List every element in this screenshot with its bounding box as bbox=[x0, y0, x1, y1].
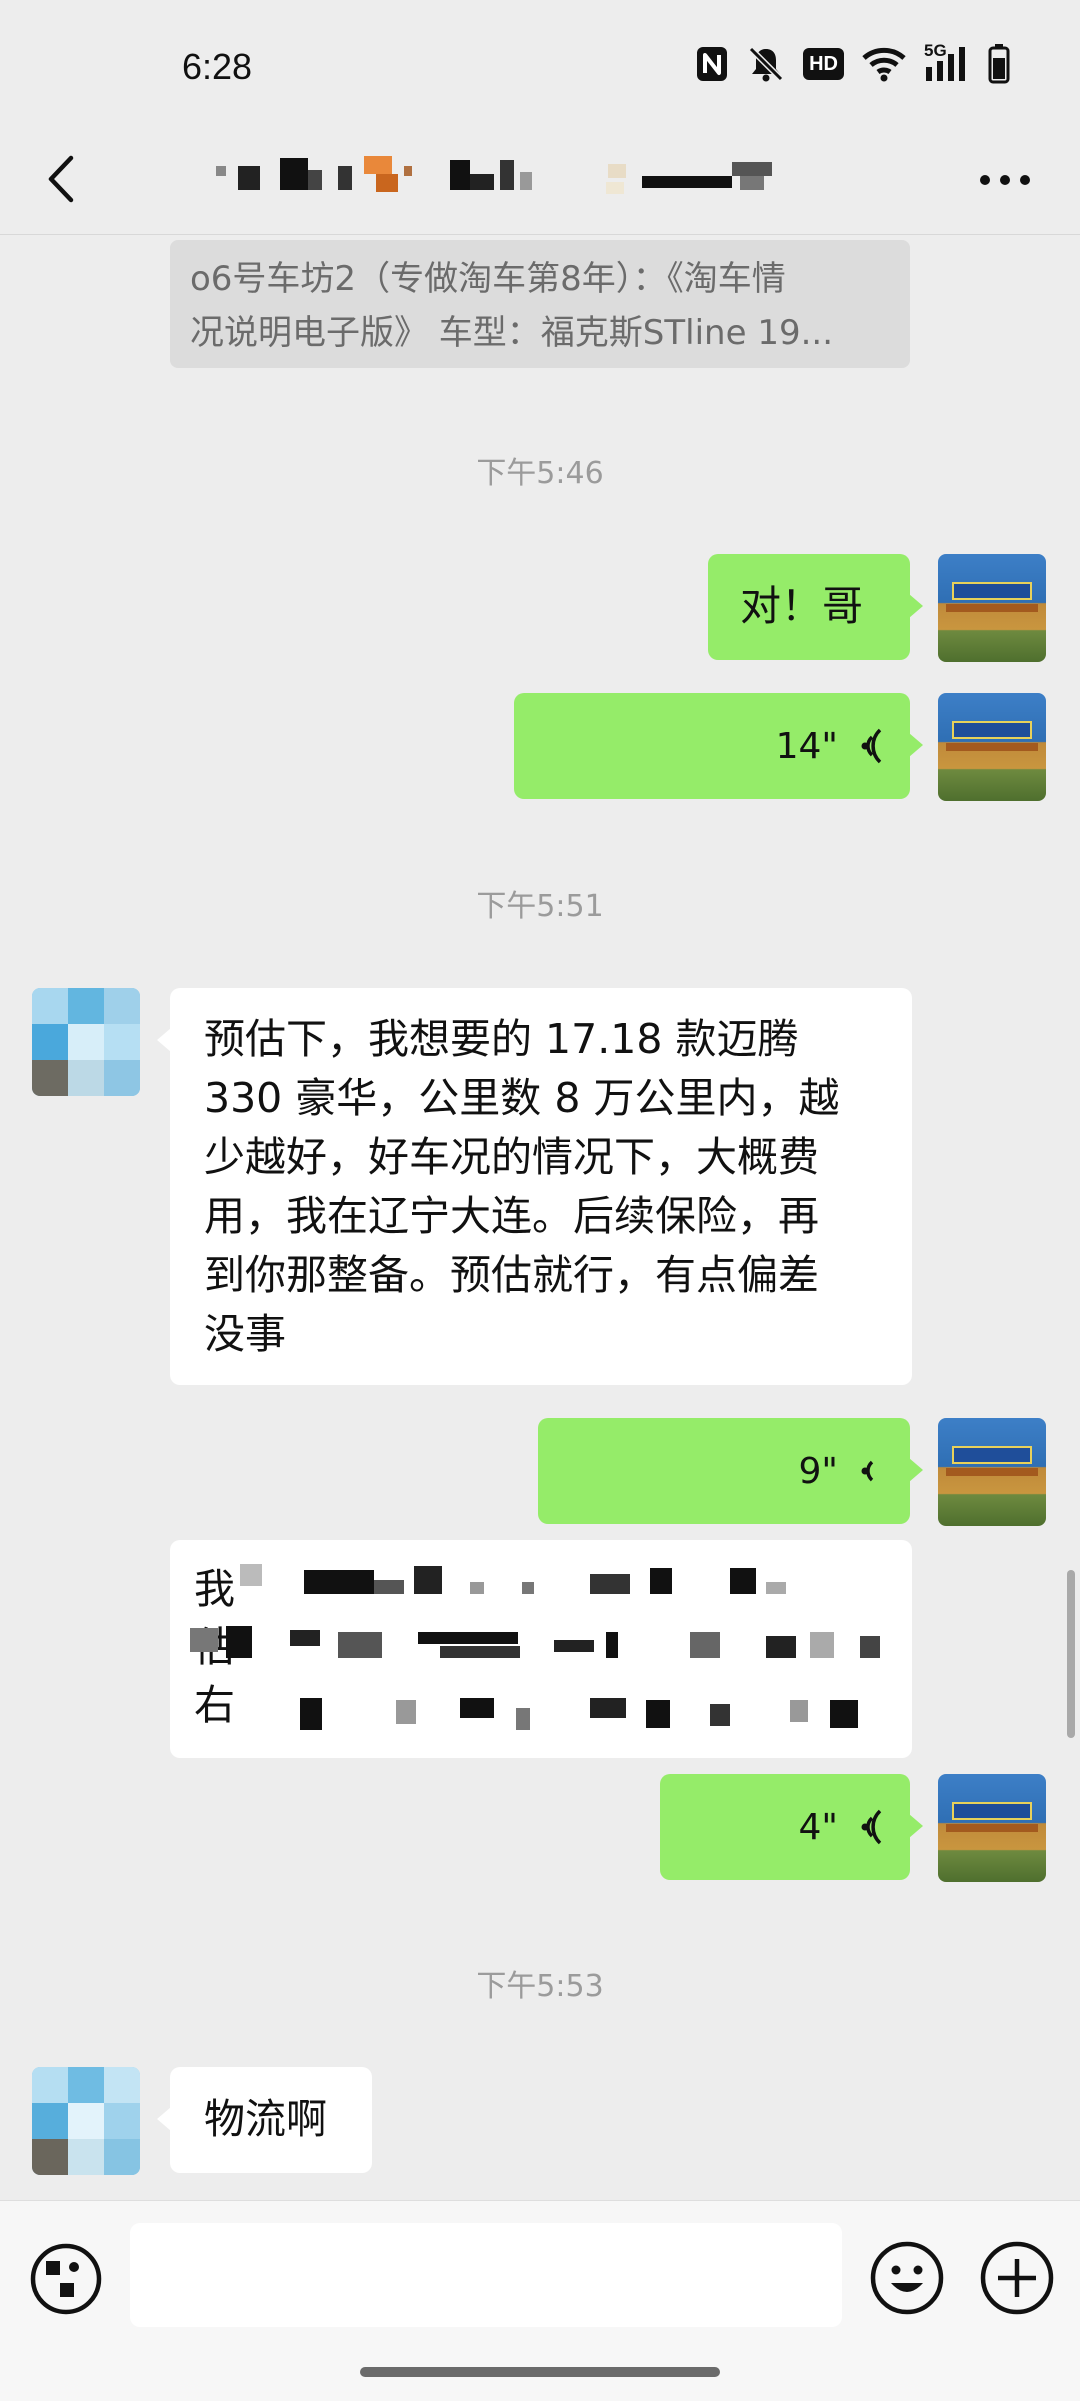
voice-message-self[interactable]: 9" bbox=[538, 1418, 923, 1524]
avatar-self[interactable] bbox=[938, 1774, 1046, 1882]
status-time: 6:28 bbox=[182, 46, 253, 87]
message-line: 少越好，好车况的情况下，大概费 bbox=[204, 1133, 819, 1181]
timestamp: 下午5:51 bbox=[476, 889, 604, 924]
message-bubble-other[interactable]: 预估下，我想要的 17.18 款迈腾 330 豪华，公里数 8 万公里内，越 少… bbox=[157, 988, 912, 1385]
mute-icon bbox=[748, 46, 784, 82]
chat-title-pixelated bbox=[200, 152, 840, 208]
voice-toggle-button[interactable] bbox=[28, 2241, 104, 2317]
voice-duration: 4" bbox=[798, 1806, 838, 1848]
avatar-self[interactable] bbox=[938, 693, 1046, 801]
quoted-message[interactable]: o6号车坊2（专做淘车第8年）：《淘车情 况说明电子版》 车型：福克斯STlin… bbox=[170, 240, 910, 368]
battery-icon bbox=[988, 44, 1010, 84]
message-text: 对！哥 bbox=[740, 582, 863, 630]
more-functions-button[interactable] bbox=[978, 2239, 1056, 2317]
voice-wave-icon bbox=[861, 1809, 882, 1845]
quoted-message-line-1: o6号车坊2（专做淘车第8年）：《淘车情 bbox=[190, 259, 786, 299]
avatar-self[interactable] bbox=[938, 554, 1046, 662]
message-line: 到你那整备。预估就行，有点偏差 bbox=[204, 1251, 819, 1299]
home-indicator[interactable] bbox=[360, 2367, 720, 2377]
scrollbar[interactable] bbox=[1067, 1570, 1075, 1738]
message-line: 用，我在辽宁大连。后续保险，再 bbox=[204, 1192, 819, 1240]
emoji-button[interactable] bbox=[868, 2239, 946, 2317]
voice-duration: 9" bbox=[798, 1450, 838, 1492]
message-line: 没事 bbox=[204, 1310, 286, 1358]
hd-icon: HD bbox=[803, 48, 844, 80]
wifi-icon bbox=[862, 47, 906, 82]
message-bubble-other[interactable]: 物流啊 bbox=[157, 2067, 372, 2173]
message-text: 物流啊 bbox=[204, 2095, 327, 2143]
message-bubble-self[interactable]: 对！哥 bbox=[708, 554, 923, 660]
nfc-icon bbox=[697, 47, 728, 81]
input-bar bbox=[0, 2200, 1080, 2401]
message-input[interactable] bbox=[130, 2223, 842, 2327]
chevron-left-icon bbox=[48, 155, 74, 203]
timestamp: 下午5:46 bbox=[476, 456, 604, 491]
voice-wave-icon bbox=[861, 728, 882, 764]
plus-icon bbox=[980, 2241, 1054, 2315]
more-options-button[interactable] bbox=[970, 150, 1040, 210]
message-bubble-other-pixelated[interactable]: 我 估 右 bbox=[170, 1540, 912, 1758]
signal-5g-icon: 5G bbox=[924, 41, 970, 83]
voice-wave-icon bbox=[861, 1460, 874, 1482]
status-icons: HD 5G bbox=[695, 41, 1010, 84]
avatar-other[interactable] bbox=[32, 988, 140, 1096]
message-line: 330 豪华，公里数 8 万公里内，越 bbox=[204, 1074, 840, 1122]
emoji-icon bbox=[870, 2241, 944, 2315]
voice-duration: 14" bbox=[775, 725, 838, 767]
voice-toggle-icon bbox=[30, 2243, 102, 2315]
back-button[interactable] bbox=[30, 144, 90, 214]
visible-char: 右 bbox=[194, 1681, 235, 1729]
chat-header bbox=[0, 130, 1080, 235]
more-dots-icon bbox=[980, 175, 1030, 185]
status-bar: 6:28 HD 5G bbox=[0, 0, 1080, 130]
timestamp: 下午5:53 bbox=[476, 1969, 604, 2004]
avatar-other[interactable] bbox=[32, 2067, 140, 2175]
quoted-message-line-2: 况说明电子版》 车型：福克斯STline 19... bbox=[190, 313, 834, 353]
voice-message-self[interactable]: 14" bbox=[514, 693, 923, 799]
message-line: 预估下，我想要的 17.18 款迈腾 bbox=[204, 1015, 799, 1063]
visible-char: 我 bbox=[194, 1565, 235, 1613]
avatar-self[interactable] bbox=[938, 1418, 1046, 1526]
voice-message-self[interactable]: 4" bbox=[660, 1774, 923, 1880]
